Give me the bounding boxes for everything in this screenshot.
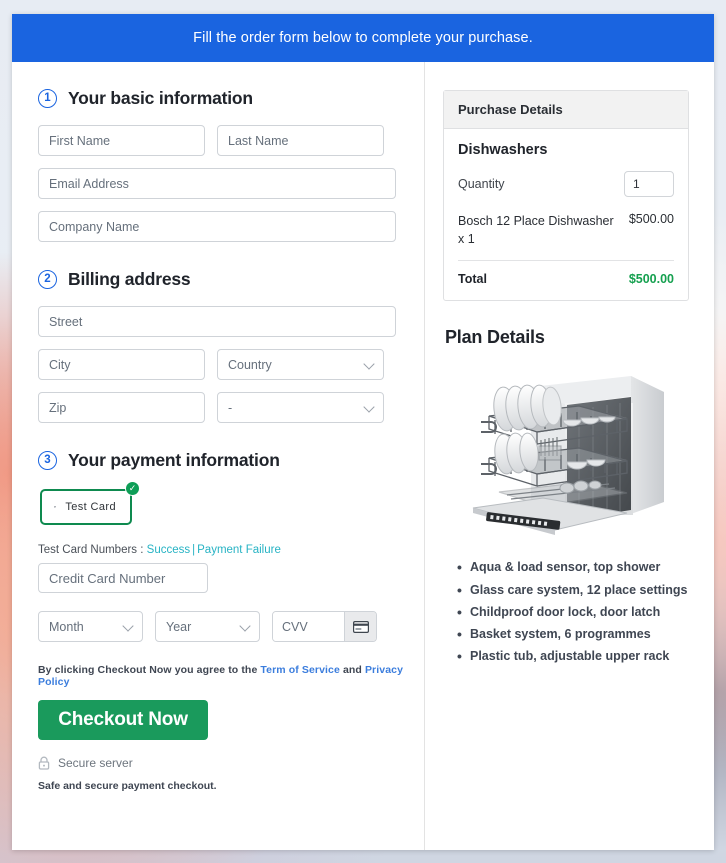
last-name-input[interactable]: [217, 125, 384, 156]
banner-bar: Fill the order form below to complete yo…: [12, 14, 714, 62]
test-card-numbers-label: Test Card Numbers :: [38, 544, 147, 556]
test-card-success-link[interactable]: Success: [147, 544, 190, 556]
line-item-row: Bosch 12 Place Dishwasher x 1 $500.00: [458, 212, 674, 248]
purchase-details-panel: Purchase Details Dishwashers Quantity Bo…: [443, 90, 689, 302]
secure-server-label: Secure server: [58, 756, 133, 770]
step-number-2: 2: [38, 270, 57, 289]
quantity-label: Quantity: [458, 177, 505, 191]
content-columns: 1 Your basic information 2 Billing addre…: [12, 62, 714, 850]
street-row: [38, 306, 406, 337]
list-item: Childproof door lock, door latch: [457, 600, 689, 625]
terms-middle: and: [339, 664, 365, 676]
section-title-payment-information: Your payment information: [68, 450, 280, 470]
purchase-details-body: Dishwashers Quantity Bosch 12 Place Dish…: [444, 129, 688, 300]
test-card-failure-link[interactable]: Payment Failure: [197, 544, 281, 556]
payment-method-label: Test Card: [65, 501, 116, 513]
line-item-description: Bosch 12 Place Dishwasher x 1: [458, 214, 614, 247]
section-header-basic-information: 1 Your basic information: [38, 88, 406, 109]
order-form-column: 1 Your basic information 2 Billing addre…: [12, 62, 425, 850]
checkout-card: Fill the order form below to complete yo…: [12, 14, 714, 850]
list-item: Aqua & load sensor, top shower: [457, 555, 689, 580]
city-country-row: Country: [38, 349, 406, 380]
product-category-name: Dishwashers: [458, 142, 548, 158]
list-item: Plastic tub, adjustable upper rack: [457, 644, 689, 669]
credit-card-icon: [54, 506, 57, 508]
list-item: Basket system, 6 programmes: [457, 622, 689, 647]
terms-prefix: By clicking Checkout Now you agree to th…: [38, 664, 261, 676]
expiry-month-select[interactable]: Month: [38, 611, 143, 642]
lock-icon: [38, 756, 50, 770]
country-select-wrapper: Country: [217, 349, 384, 380]
city-input[interactable]: [38, 349, 205, 380]
credit-card-row: [38, 563, 406, 593]
secure-server-row: Secure server: [38, 756, 406, 770]
cvv-input[interactable]: [273, 612, 344, 641]
step-number-1: 1: [38, 89, 57, 108]
expiry-cvv-row: Month Year: [38, 611, 406, 642]
year-select-wrapper: Year: [155, 611, 260, 642]
plan-details-title: Plan Details: [445, 327, 545, 348]
company-row: [38, 211, 406, 242]
plan-feature-list: Aqua & load sensor, top shower Glass car…: [443, 555, 689, 669]
check-circle-icon: ✓: [125, 481, 140, 496]
purchase-details-title: Purchase Details: [444, 91, 688, 129]
month-select-wrapper: Month: [38, 611, 143, 642]
terms-agreement-text: By clicking Checkout Now you agree to th…: [38, 664, 406, 688]
step-number-3: 3: [38, 451, 57, 470]
total-amount: $500.00: [628, 272, 674, 287]
line-item-amount: $500.00: [628, 212, 674, 226]
quantity-row: Quantity: [458, 171, 674, 197]
section-header-billing-address: 2 Billing address: [38, 269, 406, 290]
section-title-basic-information: Your basic information: [68, 88, 253, 108]
banner-text: Fill the order form below to complete yo…: [193, 30, 533, 46]
zip-state-row: -: [38, 392, 406, 423]
email-row: [38, 168, 406, 199]
section-title-billing-address: Billing address: [68, 269, 191, 289]
summary-column: Purchase Details Dishwashers Quantity Bo…: [425, 62, 713, 850]
total-label: Total: [458, 272, 487, 287]
credit-card-number-input[interactable]: [38, 563, 208, 593]
checkout-now-button[interactable]: Checkout Now: [38, 700, 208, 740]
cvv-card-icon: [344, 612, 376, 641]
name-row: [38, 125, 406, 156]
page-background: Fill the order form below to complete yo…: [0, 0, 726, 863]
email-input[interactable]: [38, 168, 396, 199]
total-divider: [458, 260, 674, 262]
list-item: Glass care system, 12 place settings: [457, 577, 689, 602]
credit-card-icon: [352, 620, 369, 633]
payment-method-test-card[interactable]: Test Card: [40, 489, 132, 525]
country-select[interactable]: Country: [217, 349, 384, 380]
test-card-numbers-row: Test Card Numbers : Success | Payment Fail…: [38, 544, 406, 556]
state-select-wrapper: -: [217, 392, 384, 423]
street-input[interactable]: [38, 306, 396, 337]
zip-input[interactable]: [38, 392, 205, 423]
total-row: Total $500.00: [458, 272, 674, 286]
payment-method-wrapper: Test Card ✓: [40, 481, 140, 525]
dishwasher-product-image: [472, 376, 664, 536]
quantity-input[interactable]: [624, 171, 674, 197]
safe-payment-note: Safe and secure payment checkout.: [38, 780, 217, 792]
company-name-input[interactable]: [38, 211, 396, 242]
section-header-payment-information: 3 Your payment information: [38, 450, 406, 471]
expiry-year-select[interactable]: Year: [155, 611, 260, 642]
first-name-input[interactable]: [38, 125, 205, 156]
terms-of-service-link[interactable]: Term of Service: [260, 664, 340, 676]
cvv-group: [272, 611, 377, 642]
state-select[interactable]: -: [217, 392, 384, 423]
